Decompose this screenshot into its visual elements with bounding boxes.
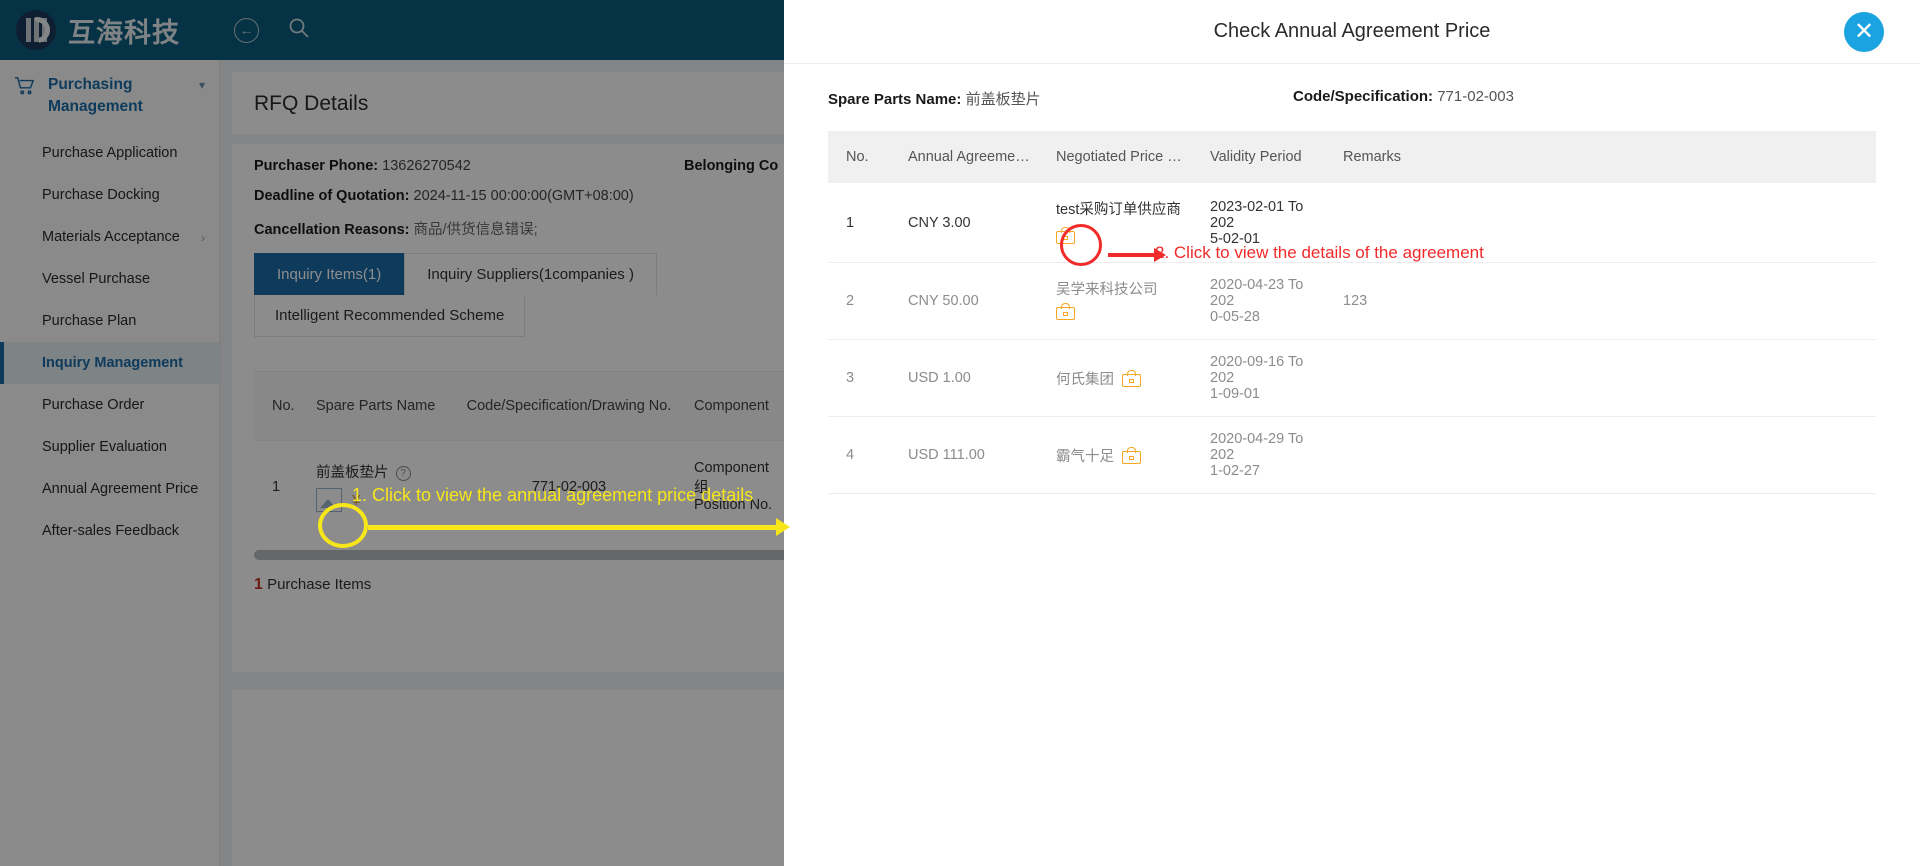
drawer-spare-parts-value: 前盖板垫片	[965, 91, 1041, 108]
annotation-yellow-text: 1. Click to view the annual agreement pr…	[352, 485, 754, 505]
agreement-cell-negotiated-price: 吴学来科技公司	[1050, 264, 1204, 338]
drawer-meta-spare-parts: Spare Parts Name: 前盖板垫片	[828, 88, 1293, 109]
annotation-red-circle	[1060, 224, 1102, 266]
modal-overlay-dim[interactable]	[0, 0, 784, 866]
agreement-cell-remarks	[1337, 209, 1467, 237]
annotation-red-arrow	[1108, 248, 1166, 262]
drawer-code-value: 771-02-003	[1437, 88, 1514, 105]
agreement-header-validity-period: Validity Period	[1210, 149, 1302, 165]
validity-line1: 2020-04-23 To 202	[1210, 277, 1304, 309]
drawer-code-label: Code/Specification:	[1293, 88, 1434, 105]
agreement-cell-no: 3	[846, 370, 855, 386]
drawer-header: Check Annual Agreement Price ✕	[784, 0, 1920, 64]
briefcase-icon[interactable]	[1122, 369, 1141, 387]
agreement-cell-negotiated-price: 霸气十足	[1050, 431, 1204, 480]
agreement-header-remarks: Remarks	[1343, 149, 1402, 165]
agreement-cell-no: 2	[846, 293, 855, 309]
agreement-cell-validity-period: 2020-04-23 To 202 0-05-28	[1204, 263, 1337, 339]
briefcase-icon[interactable]	[1122, 446, 1141, 464]
agreement-cell-validity-period: 2020-04-29 To 202 1-02-27	[1204, 417, 1337, 493]
agreement-cell-negotiated-price: 何氏集团	[1050, 354, 1204, 403]
validity-line2: 1-02-27	[1210, 463, 1260, 479]
annotation-red-text: 2. Click to view the details of the agre…	[1155, 243, 1484, 262]
annotation-yellow-circle	[318, 503, 368, 548]
agreement-table-header-row: No. Annual Agreeme… Negotiated Price … V…	[828, 131, 1876, 183]
agreement-cell-amount: CNY 3.00	[908, 214, 971, 231]
drawer-meta-code: Code/Specification: 771-02-003	[1293, 88, 1514, 109]
agreement-cell-validity-period: 2020-09-16 To 202 1-09-01	[1204, 340, 1337, 416]
agreement-header-no: No.	[846, 149, 869, 165]
validity-line1: 2020-04-29 To 202	[1210, 431, 1304, 463]
supplier-name: test采购订单供应商	[1056, 201, 1181, 218]
agreement-price-table: No. Annual Agreeme… Negotiated Price … V…	[828, 131, 1876, 494]
close-icon[interactable]: ✕	[1844, 12, 1884, 52]
supplier-name: 霸气十足	[1056, 448, 1114, 465]
agreement-cell-remarks	[1337, 441, 1467, 469]
table-row[interactable]: 4 USD 111.00 霸气十足 2020-04-29 To 202 1-02-27	[828, 417, 1876, 494]
agreement-table-body: 1 CNY 3.00 test采购订单供应商 2023-02-01 To 202 5-0…	[828, 183, 1876, 494]
table-row[interactable]: 3 USD 1.00 何氏集团 2020-09-16 To 202 1-09-01	[828, 340, 1876, 417]
app-root: 互海科技 ← Workbench 19950	[0, 0, 1920, 866]
validity-line2: 0-05-28	[1210, 309, 1260, 325]
table-row[interactable]: 2 CNY 50.00 吴学来科技公司 2020-04-23 To 202 0-05-2…	[828, 263, 1876, 340]
agreement-cell-no: 1	[846, 214, 855, 231]
validity-line2: 1-09-01	[1210, 386, 1260, 402]
briefcase-icon[interactable]	[1056, 303, 1075, 320]
agreement-cell-remarks	[1337, 364, 1467, 392]
agreement-cell-amount: USD 1.00	[908, 370, 971, 386]
drawer-spare-parts-label: Spare Parts Name:	[828, 91, 962, 108]
agreement-cell-amount: USD 111.00	[908, 447, 985, 463]
supplier-name: 吴学来科技公司	[1056, 282, 1158, 298]
drawer-title: Check Annual Agreement Price	[1213, 20, 1491, 42]
annotation-yellow-arrow	[368, 518, 790, 536]
agreement-header-amount: Annual Agreeme…	[908, 149, 1030, 165]
agreement-cell-remarks: 123	[1343, 293, 1368, 309]
supplier-name: 何氏集团	[1056, 371, 1114, 388]
agreement-cell-amount: CNY 50.00	[908, 293, 979, 309]
agreement-cell-no: 4	[846, 447, 855, 463]
annual-agreement-price-drawer: Check Annual Agreement Price ✕ Spare Par…	[784, 0, 1920, 866]
validity-line1: 2023-02-01 To 202	[1210, 198, 1304, 231]
validity-line1: 2020-09-16 To 202	[1210, 354, 1304, 386]
agreement-header-negotiated-price: Negotiated Price …	[1056, 149, 1182, 165]
drawer-meta-row: Spare Parts Name: 前盖板垫片 Code/Specificati…	[784, 64, 1920, 131]
